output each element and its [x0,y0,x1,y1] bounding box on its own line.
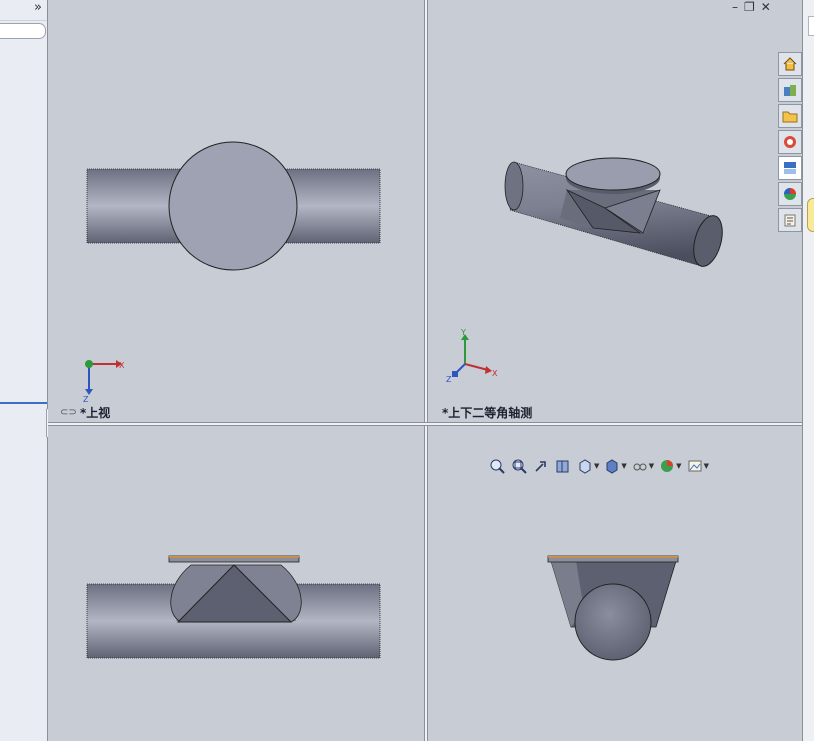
close-button[interactable]: ✕ [761,0,777,14]
panel-topbar: » [0,0,47,21]
previous-view-icon[interactable] [532,458,550,474]
top-view-triad: X Z [83,360,125,404]
isometric-view-model [504,157,723,267]
apply-scene-icon[interactable] [686,458,704,474]
display-style-icon[interactable] [603,458,621,474]
view-palette-icon[interactable] [778,130,802,154]
taskpane-expand-tab[interactable] [807,198,814,232]
hide-show-icon[interactable] [631,458,649,474]
heads-up-view-toolbar: ▼ ▼ ▼ ▼ ▼ [488,458,709,474]
home-icon[interactable] [778,52,802,76]
top-view-label: *上视 [80,406,111,420]
zoom-area-icon[interactable] [510,458,528,474]
custom-properties-icon[interactable] [778,208,802,232]
front-view-model [86,555,381,659]
viewport-horizontal-splitter[interactable] [48,422,802,426]
isometric-view-triad: Y X Z [446,328,498,384]
panel-selection-line [0,402,47,404]
right-edge-bar [802,0,814,741]
viewport-window-controls: –❐✕ [732,0,777,14]
viewport-vertical-splitter[interactable] [424,0,428,741]
section-view-icon[interactable] [554,458,572,474]
link-views-icon[interactable]: ⊂⊃ [60,407,77,418]
iso-view-label: *上下二等角轴测 [442,406,533,420]
iso-triad-z-label: Z [446,375,452,384]
appearance-icon[interactable] [778,156,802,180]
folder-icon[interactable] [778,104,802,128]
iso-triad-y-label: Y [460,328,466,337]
right-edge-tab[interactable] [808,16,814,36]
collapse-panel-button[interactable]: » [34,1,42,15]
iso-triad-x-label: X [492,369,498,378]
view-orientation-icon[interactable] [576,458,594,474]
top-triad-x-label: X [119,361,125,370]
feature-manager-panel: » [0,0,48,741]
zoom-fit-icon[interactable] [488,458,506,474]
library-icon[interactable] [778,78,802,102]
restore-button[interactable]: ❐ [744,0,761,14]
panel-filter-input[interactable] [0,23,46,39]
top-view-model [86,141,381,271]
edit-appearance-icon[interactable] [658,458,676,474]
top-triad-z-label: Z [83,395,89,404]
right-view-model [547,555,679,661]
color-icon[interactable] [778,182,802,206]
task-pane-tabs [778,52,802,234]
minimize-button[interactable]: – [732,0,744,14]
